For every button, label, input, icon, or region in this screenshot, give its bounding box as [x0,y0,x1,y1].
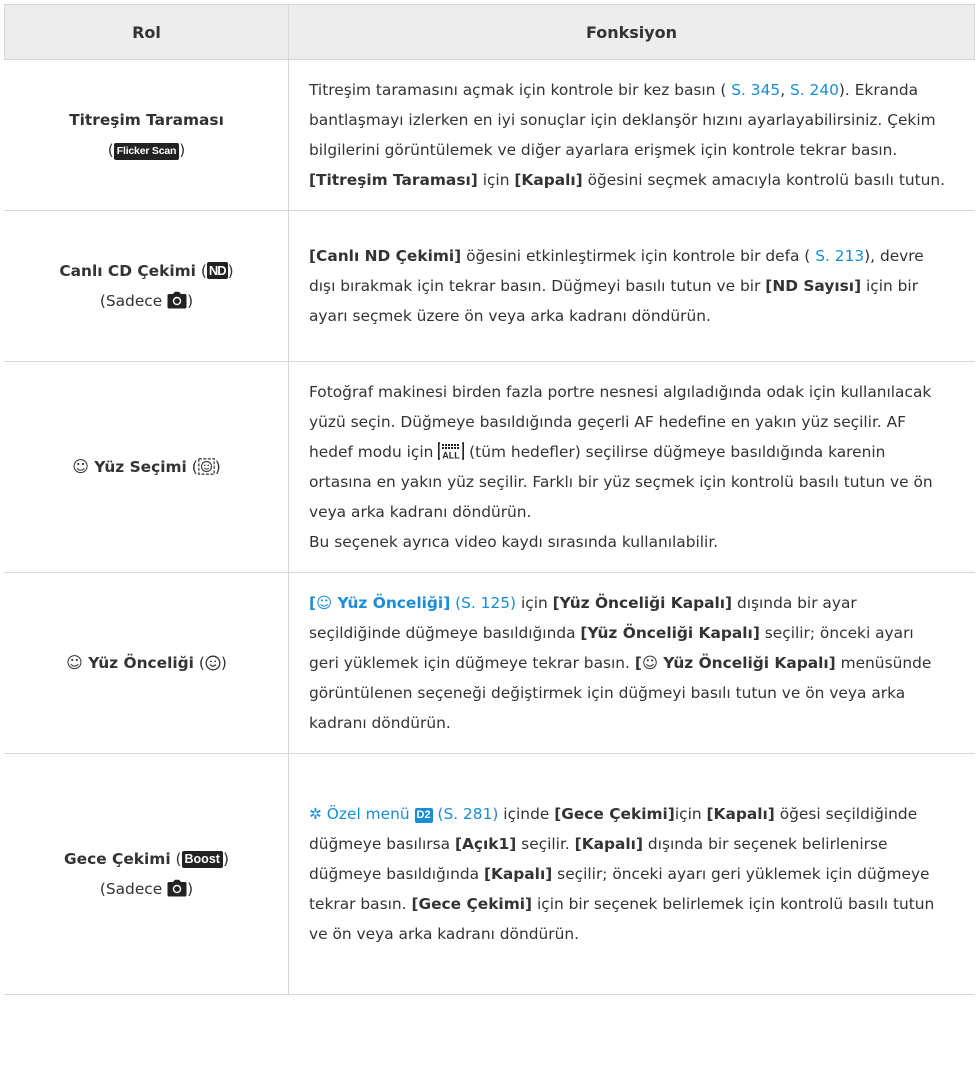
menu-option-label: [Kapalı] [574,835,643,853]
desc-text: Titreşim taramasını açmak için kontrole … [309,81,732,99]
header-function: Fonksiyon [288,4,975,60]
role-name: Canlı CD Çekimi [59,262,196,280]
role-cell: ☺ Yüz Önceliği () [4,572,289,754]
function-cell: [☺ Yüz Önceliği] (S. 125) için [Yüz Önce… [288,572,975,754]
role-paren: ) [220,654,227,672]
desc-text: Bu seçenek ayrıca video kaydı sırasında … [309,533,719,551]
role-note: ) [187,880,194,898]
menu-option-label: [Kapalı] [483,865,553,883]
page-link[interactable]: S. 240 [790,81,839,99]
table-row: ☺ Yüz Seçimi () Fotoğraf makinesi birden… [4,361,975,573]
role-note: ) [187,292,194,310]
table-row: Canlı CD Çekimi (ND) (Sadece ) [Canlı ND… [4,210,975,362]
face-priority-link[interactable]: [☺ Yüz Önceliği] [309,594,450,612]
role-paren: ( [193,654,205,672]
desc-text: öğesini seçmek amacıyla kontrolü basılı … [582,171,946,189]
role-cell: ☺ Yüz Seçimi () [4,361,289,573]
face-icon [205,655,221,671]
role-name: Yüz Seçimi [94,458,187,476]
function-cell: Titreşim taramasını açmak için kontrole … [288,59,975,211]
role-paren: ( [195,262,207,280]
all-targets-af-icon: ALL [438,442,465,461]
role-paren: ( [107,141,114,159]
table-header-row: Rol Fonksiyon [4,4,975,60]
table-row: Gece Çekimi (Boost) (Sadece ) ✲ Özel men… [4,753,975,995]
camera-icon [167,879,187,897]
desc-text: seçilir. [516,835,575,853]
desc-text: , [780,81,790,99]
role-note: (Sadece [99,292,168,310]
face-icon: ☺ [66,653,83,672]
role-paren: ) [222,850,229,868]
role-cell: Canlı CD Çekimi (ND) (Sadece ) [4,210,289,362]
function-cell: [Canlı ND Çekimi] öğesini etkinleştirmek… [288,210,975,362]
desc-text: içinde [498,805,555,823]
role-cell: Gece Çekimi (Boost) (Sadece ) [4,753,289,995]
face-icon: ☺ [316,594,333,612]
page-link[interactable]: S. 345 [731,81,780,99]
custom-menu-link[interactable]: ✲ Özel menü D2 (S. 281) [309,805,498,823]
page-link[interactable]: S. 213 [810,247,864,265]
menu-option-label: [Kapalı] [706,805,775,823]
header-role: Rol [4,4,289,60]
role-paren: ) [227,262,234,280]
boost-badge: Boost [181,851,223,868]
desc-text: öğesini etkinleştirmek için kontrole bir… [461,247,811,265]
page-link[interactable]: (S. 125) [450,594,516,612]
role-note: (Sadece [99,880,168,898]
menu-option-label: [Kapalı] [514,171,583,189]
menu-option-label: [Yüz Önceliği Kapalı] [552,594,733,612]
table-row: ☺ Yüz Önceliği () [☺ Yüz Önceliği] (S. 1… [4,572,975,754]
custom-menu-gear-icon: ✲ [309,805,322,823]
role-name: Yüz Önceliği [88,654,194,672]
menu-option-label: [Yüz Önceliği Kapalı] [580,624,760,642]
menu-option-label: [☺ Yüz Önceliği Kapalı] [634,654,836,672]
nd-badge: ND [206,262,228,279]
menu-option-label: [Titreşim Taraması] [309,171,478,189]
menu-option-label: [Gece Çekimi] [554,805,675,823]
menu-option-label: [Açık1] [454,835,517,853]
face-select-icon [197,458,215,475]
face-icon: ☺ [641,654,658,672]
role-cell: Titreşim Taraması (Flicker Scan) [4,59,289,211]
svg-text:ALL: ALL [443,451,461,461]
role-paren: ) [214,458,221,476]
menu-option-label: [Gece Çekimi] [411,895,533,913]
desc-text: için [516,594,553,612]
menu-option-label: [Canlı ND Çekimi] [309,247,462,265]
camera-icon [167,291,187,309]
flicker-scan-badge: Flicker Scan [113,143,180,160]
desc-text: için [674,805,707,823]
desc-text: için [477,171,515,189]
role-paren: ( [170,850,182,868]
face-icon: ☺ [72,457,89,476]
role-paren: ) [179,141,186,159]
role-paren: ( [186,458,198,476]
function-cell: ✲ Özel menü D2 (S. 281) içinde [Gece Çek… [288,753,975,995]
table-row: Titreşim Taraması (Flicker Scan) Titreşi… [4,59,975,211]
function-table: Rol Fonksiyon Titreşim Taraması (Flicker… [4,4,975,995]
role-name: Titreşim Taraması [69,111,224,129]
d2-badge: D2 [414,808,433,823]
menu-option-label: [ND Sayısı] [765,277,862,295]
function-cell: Fotoğraf makinesi birden fazla portre ne… [288,361,975,573]
role-name: Gece Çekimi [64,850,171,868]
